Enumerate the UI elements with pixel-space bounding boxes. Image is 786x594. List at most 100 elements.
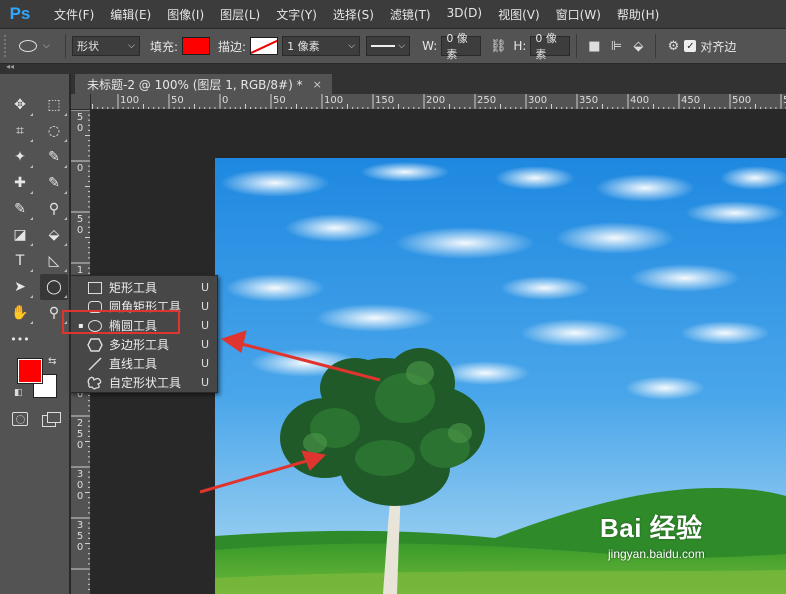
- stroke-type-dropdown[interactable]: ⌵: [366, 36, 411, 56]
- flyout-item-polygon[interactable]: 多边形工具 U: [71, 335, 217, 354]
- ruler-tick-label: 200: [426, 95, 446, 106]
- ruler-tick-label: 3 5 0: [76, 520, 84, 553]
- ruler-tick-label: 0: [222, 95, 229, 106]
- menu-item[interactable]: 帮助(H): [609, 6, 667, 23]
- menu-item[interactable]: 文件(F): [46, 6, 102, 23]
- shortcut-key: U: [200, 357, 209, 370]
- width-input[interactable]: 0 像素: [441, 32, 482, 61]
- horizontal-ruler[interactable]: 1005005010015020025030035040045050055060…: [91, 94, 786, 110]
- panel-collapse-strip: ◂◂: [0, 62, 786, 74]
- menu-item[interactable]: 3D(D): [439, 6, 490, 23]
- flyout-item-custom-shape[interactable]: 自定形状工具 U: [71, 373, 217, 392]
- flyout-item-line[interactable]: 直线工具 U: [71, 354, 217, 373]
- flyout-item-label: 自定形状工具: [109, 376, 182, 390]
- swap-colors-icon[interactable]: ⇆: [48, 356, 56, 367]
- direct-selection-tool[interactable]: ➤: [6, 274, 34, 300]
- default-colors-icon[interactable]: ◧: [14, 388, 23, 398]
- submenu-indicator-icon: [64, 269, 67, 272]
- tools-panel: ✥ ⬚ ⌗ ◌ ✦ ✎ ✚ ✎ ✎ ⚲ ◪ ⬙ T ◺ ➤ ◯ ✋ ⚲ ••• ⇆ ◧: [0, 74, 70, 594]
- ruler-tick-label: 400: [630, 95, 650, 106]
- eyedropper-tool[interactable]: ✎: [40, 144, 68, 170]
- healing-brush-tool[interactable]: ✚: [6, 170, 34, 196]
- shortcut-key: U: [200, 319, 209, 332]
- stroke-width-field[interactable]: 1 像素 ⌵: [282, 36, 361, 56]
- stroke-swatch[interactable]: [250, 37, 279, 55]
- chevron-down-icon: ⌵: [348, 41, 356, 51]
- divider: [65, 34, 66, 58]
- menu-item[interactable]: 文字(Y): [268, 6, 325, 23]
- quick-mask-icon[interactable]: [12, 412, 28, 426]
- path-arrangement-icon[interactable]: ⬙: [627, 36, 649, 56]
- photoshop-logo: Ps: [9, 4, 31, 23]
- height-input[interactable]: 0 像素: [530, 32, 571, 61]
- flyout-item-rect[interactable]: 矩形工具 U: [71, 278, 217, 297]
- fill-swatch[interactable]: [182, 37, 211, 55]
- submenu-indicator-icon: [64, 113, 67, 116]
- menu-item[interactable]: 视图(V): [490, 6, 548, 23]
- submenu-indicator-icon: [30, 321, 33, 324]
- options-bar: ⌵ 形状 ⌵ 填充: 描边: 1 像素 ⌵ ⌵ W: 0 像素 ⛓ H: 0 像…: [0, 28, 786, 64]
- submenu-indicator-icon: [64, 191, 67, 194]
- close-icon[interactable]: ×: [313, 78, 322, 91]
- hand-tool[interactable]: ✋: [6, 300, 34, 326]
- shortcut-key: U: [200, 281, 209, 294]
- align-edges-checkbox[interactable]: ✓: [684, 40, 697, 52]
- ruler-tick-label: 100: [324, 95, 344, 106]
- menu-item[interactable]: 选择(S): [325, 6, 382, 23]
- document-tab[interactable]: 未标题-2 @ 100% (图层 1, RGB/8#) * ×: [75, 74, 332, 94]
- shortcut-key: U: [200, 376, 209, 389]
- document-tab-title: 未标题-2 @ 100% (图层 1, RGB/8#) *: [87, 77, 303, 92]
- flyout-item-label: 矩形工具: [109, 281, 158, 295]
- path-selection-tool[interactable]: ◺: [40, 248, 68, 274]
- tool-preset-picker[interactable]: ⌵: [19, 40, 59, 52]
- move-tool[interactable]: ✥: [6, 92, 34, 118]
- menu-bar: Ps 文件(F) 编辑(E) 图像(I) 图层(L) 文字(Y) 选择(S) 滤镜(T) 3D…: [0, 0, 786, 28]
- paint-bucket-tool[interactable]: ⬙: [40, 222, 68, 248]
- magic-wand-tool[interactable]: ✦: [6, 144, 34, 170]
- mores-icon: •••: [10, 332, 30, 346]
- crop-tool[interactable]: ⌗: [6, 118, 34, 144]
- mode-value: 形状: [77, 40, 99, 53]
- mode-dropdown[interactable]: 形状 ⌵: [72, 36, 140, 56]
- clone-stamp-tool[interactable]: ⚲: [40, 196, 68, 222]
- lasso-icon: ◌: [47, 123, 61, 139]
- submenu-indicator-icon: [64, 295, 67, 298]
- eraser-tool[interactable]: ◪: [6, 222, 34, 248]
- ellipse-tool-highlight: [62, 310, 180, 334]
- more-tools[interactable]: •••: [6, 326, 34, 352]
- options-grip[interactable]: [4, 35, 9, 57]
- hand-icon: ✋: [11, 305, 29, 321]
- type-tool[interactable]: T: [6, 248, 34, 274]
- menu-item[interactable]: 编辑(E): [102, 6, 159, 23]
- link-icon[interactable]: ⛓: [487, 36, 509, 56]
- ruler-tick-label: 50: [273, 95, 286, 106]
- gear-icon[interactable]: ⚙: [662, 36, 684, 56]
- color-replacement-tool[interactable]: ✎: [40, 170, 68, 196]
- brush-tool[interactable]: ✎: [6, 196, 34, 222]
- submenu-indicator-icon: [64, 165, 67, 168]
- ruler-tick-label: 5 0: [76, 112, 84, 134]
- menu-item[interactable]: 图层(L): [212, 6, 268, 23]
- ruler-origin[interactable]: [71, 94, 91, 110]
- ellipse-tool[interactable]: ◯: [40, 274, 68, 300]
- lasso-tool[interactable]: ◌: [40, 118, 68, 144]
- menu-item[interactable]: 滤镜(T): [382, 6, 439, 23]
- menu-item[interactable]: 图像(I): [159, 6, 212, 23]
- divider: [576, 34, 578, 58]
- collapse-arrows-icon[interactable]: ◂◂: [6, 62, 14, 71]
- shape-tools-flyout: 矩形工具 U 圆角矩形工具 U ▪ 椭圆工具 U 多边形工具 U 直线工具 U 自定形状工具 U: [70, 275, 218, 393]
- path-alignment-icon[interactable]: ⊫: [605, 36, 627, 56]
- menu-item[interactable]: 窗口(W): [548, 6, 609, 23]
- watermark-url: jingyan.baidu.com: [608, 547, 705, 561]
- align-edges-label: 对齐边: [700, 39, 737, 54]
- path-operations-icon[interactable]: ■: [583, 36, 605, 56]
- fill-label: 填充:: [150, 39, 179, 54]
- magic-wand-icon: ✦: [14, 149, 26, 165]
- screen-mode-icon[interactable]: [42, 412, 61, 427]
- ruler-tick-label: 150: [375, 95, 395, 106]
- stroke-width-value: 1 像素: [287, 40, 320, 53]
- marquee-tool[interactable]: ⬚: [40, 92, 68, 118]
- zoom-icon: ⚲: [48, 305, 60, 321]
- foreground-color-swatch[interactable]: [17, 358, 43, 384]
- ruler-tick-label: 3 0 0: [76, 469, 84, 502]
